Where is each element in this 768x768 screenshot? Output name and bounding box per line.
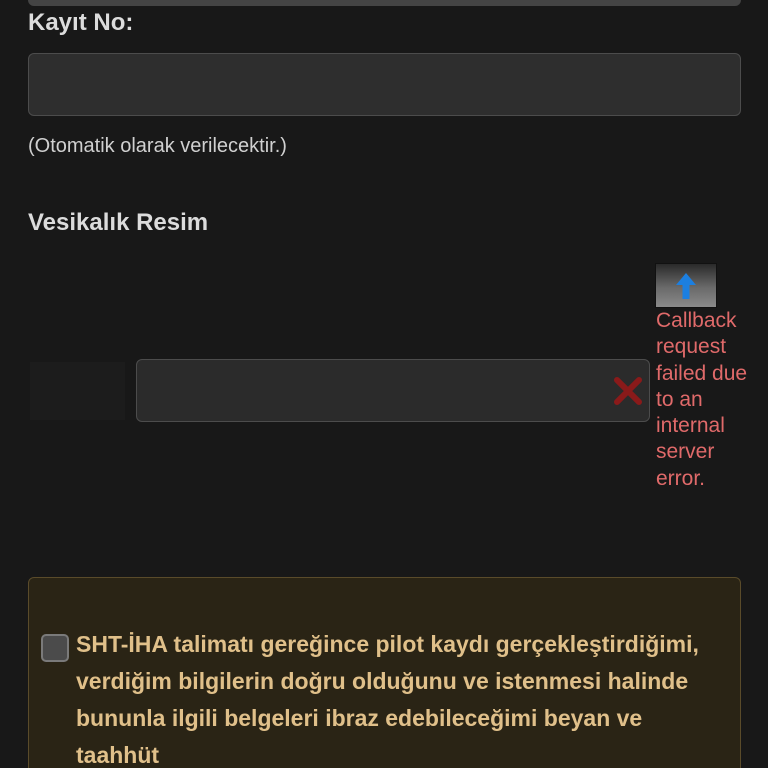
registration-number-input[interactable]	[28, 53, 741, 116]
consent-checkbox[interactable]	[41, 634, 69, 662]
upload-error-message: Callback request failed due to an intern…	[656, 309, 748, 490]
previous-field-edge[interactable]	[28, 0, 741, 6]
registration-number-hint: (Otomatik olarak verilecektir.)	[28, 135, 287, 157]
consent-text[interactable]: SHT-İHA talimatı gereğince pilot kaydı g…	[76, 626, 716, 768]
remove-x-icon[interactable]	[611, 374, 645, 408]
photo-label: Vesikalık Resim	[28, 209, 209, 236]
upload-arrow-icon	[676, 272, 696, 299]
registration-form-page: Kayıt No: (Otomatik olarak verilecektir.…	[0, 0, 768, 768]
photo-file-input[interactable]	[136, 359, 650, 422]
registration-number-label: Kayıt No:	[28, 9, 134, 36]
upload-button[interactable]	[655, 263, 717, 308]
consent-panel: SHT-İHA talimatı gereğince pilot kaydı g…	[28, 577, 741, 768]
photo-preview	[30, 362, 125, 420]
